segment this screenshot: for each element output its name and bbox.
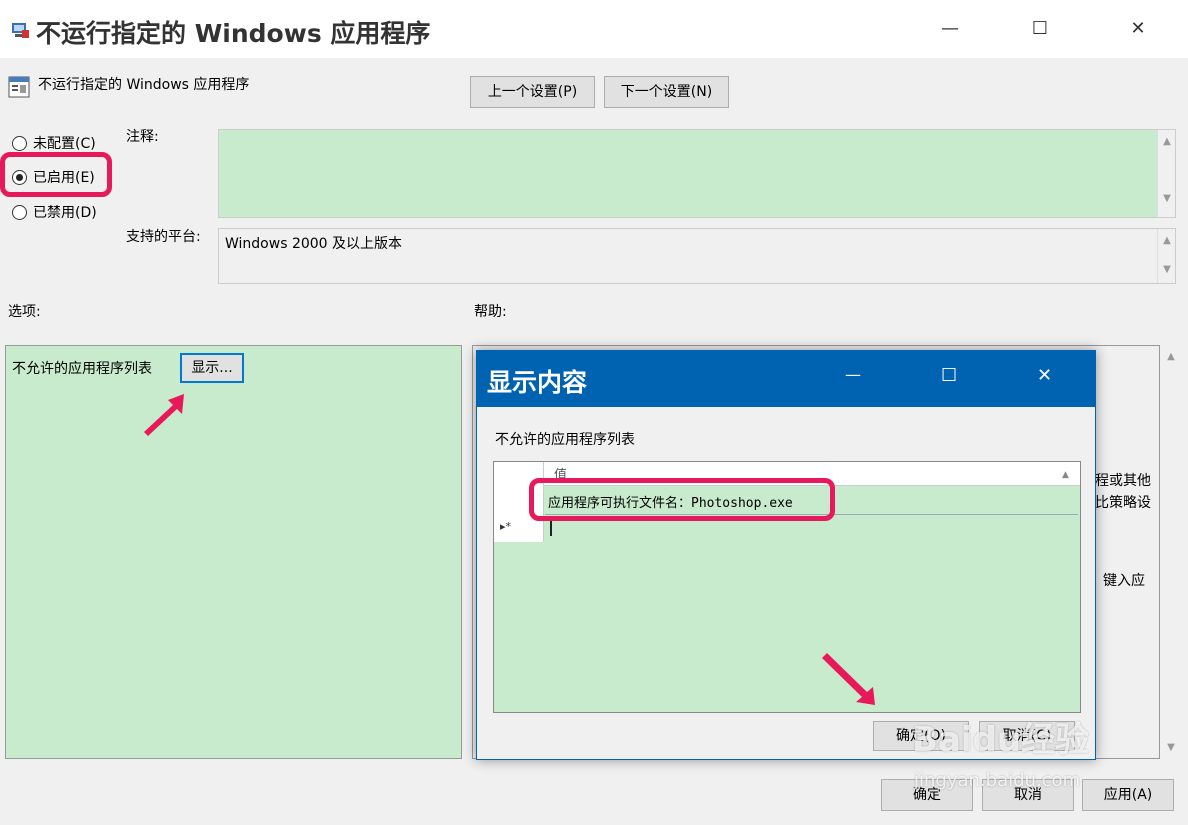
platform-value: Windows 2000 及以上版本 — [225, 236, 403, 252]
ok-pointer-arrow-icon — [822, 653, 875, 705]
policy-setting-icon — [8, 76, 30, 98]
minimize-button[interactable]: — — [930, 14, 970, 44]
policy-app-icon — [12, 23, 29, 38]
radio-disabled[interactable] — [12, 205, 27, 220]
close-button[interactable]: ✕ — [1118, 14, 1158, 44]
sort-arrow-icon: ▲ — [1062, 470, 1069, 480]
radio-not-configured[interactable] — [12, 136, 27, 151]
disallowed-list-label: 不允许的应用程序列表 — [12, 361, 152, 377]
policy-name: 不运行指定的 Windows 应用程序 — [38, 77, 250, 93]
comment-textarea[interactable]: ▲ ▼ — [218, 129, 1176, 218]
apply-button[interactable]: 应用(A) — [1082, 779, 1174, 811]
help-scrollbar[interactable]: ▲ ▼ — [1162, 345, 1180, 759]
baidu-watermark: Baidu经验 — [912, 720, 1090, 760]
help-fragment-1: 程或其他 — [1095, 473, 1151, 489]
show-button[interactable]: 显示... — [180, 353, 244, 383]
help-label: 帮助: — [474, 304, 507, 320]
help-fragment-3: 键入应 — [1103, 573, 1145, 589]
show-contents-dialog: 显示内容 — ☐ ✕ 不允许的应用程序列表 值 ▲ 应用程序可执行文件名：Pho… — [476, 350, 1096, 760]
highlight-enabled — [0, 152, 112, 197]
dialog-list-label: 不允许的应用程序列表 — [495, 432, 635, 448]
platform-box: Windows 2000 及以上版本 ▲ ▼ — [218, 228, 1176, 284]
radio-disabled-label: 已禁用(D) — [33, 205, 97, 221]
dialog-close-button[interactable]: ✕ — [1037, 365, 1052, 386]
dialog-minimize-button[interactable]: — — [845, 365, 861, 384]
help-fragment-2: 比策略设 — [1095, 495, 1151, 511]
next-setting-button[interactable]: 下一个设置(N) — [604, 76, 729, 108]
options-panel: 不允许的应用程序列表 显示... — [5, 345, 462, 759]
platform-scrollbar[interactable]: ▲ ▼ — [1157, 229, 1175, 283]
platform-label: 支持的平台: — [126, 229, 201, 245]
window-title: 不运行指定的 Windows 应用程序 — [36, 19, 431, 48]
radio-not-configured-label: 未配置(C) — [33, 136, 96, 152]
prev-setting-button[interactable]: 上一个设置(P) — [470, 76, 595, 108]
highlight-value-row — [529, 478, 835, 521]
dialog-title: 显示内容 — [487, 368, 588, 397]
pointer-arrow-icon — [144, 394, 184, 436]
comment-scrollbar[interactable]: ▲ ▼ — [1157, 130, 1175, 217]
baidu-watermark-url: jingyan.baidu.com — [914, 770, 1081, 791]
comment-label: 注释: — [126, 129, 159, 145]
new-row-marker: ▸* — [500, 520, 512, 533]
options-label: 选项: — [8, 304, 41, 320]
maximize-button[interactable]: ☐ — [1020, 14, 1060, 44]
dialog-maximize-button[interactable]: ☐ — [941, 365, 957, 386]
